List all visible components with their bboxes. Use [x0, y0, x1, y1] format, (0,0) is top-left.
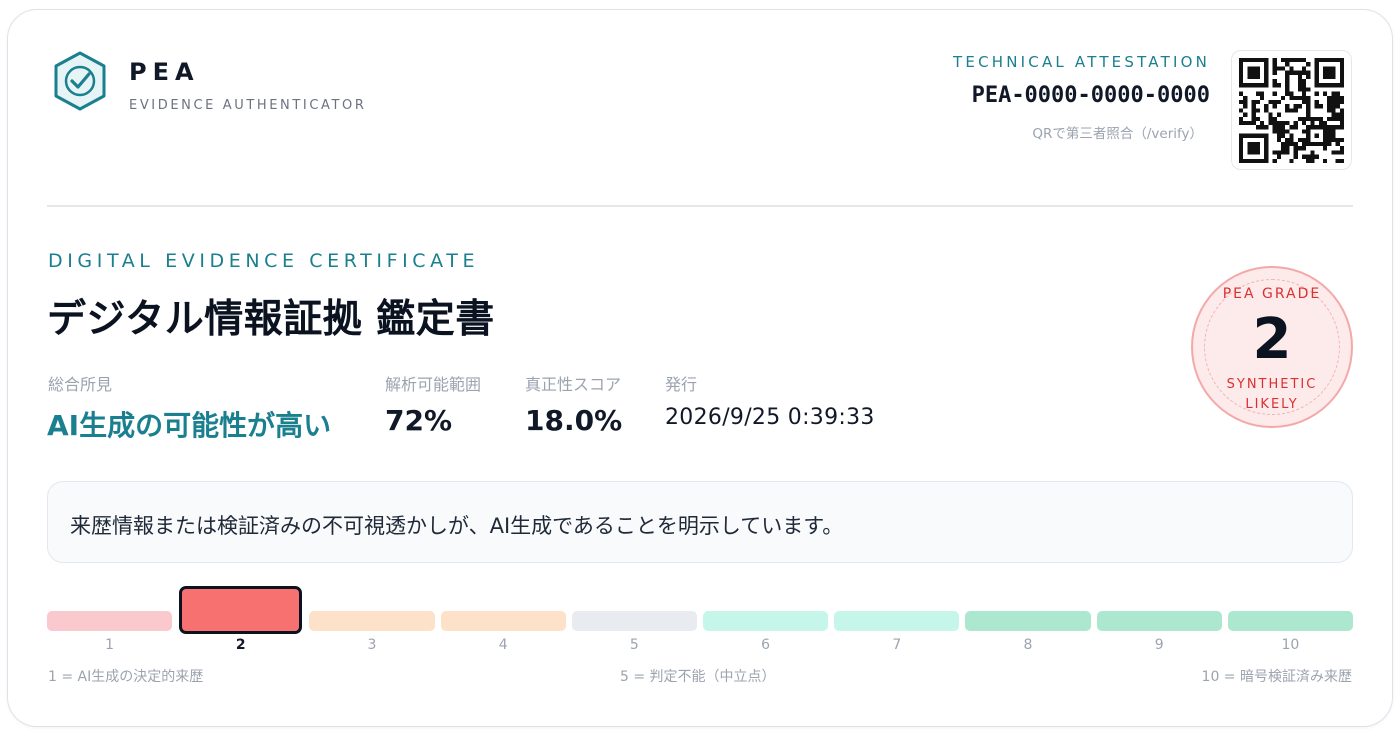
qr-code-icon[interactable] — [1231, 50, 1352, 170]
issued-value: 2026/9/25 0:39:33 — [665, 405, 875, 430]
scale-legend-mid: 5 = 判定不能（中立点） — [620, 669, 776, 685]
scale-segment-5 — [571, 611, 697, 631]
scale-number-4: 4 — [498, 637, 508, 653]
scale-segment-1 — [47, 611, 173, 631]
brand-name: PEA — [129, 58, 200, 86]
finding-message-box: 来歴情報または検証済みの不可視透かしが、AI生成であることを明示しています。 — [47, 481, 1353, 563]
issued-label: 発行 — [665, 375, 698, 394]
overall-finding-label: 総合所見 — [48, 375, 113, 394]
scale-number-6: 6 — [761, 637, 771, 653]
scale-number-8: 8 — [1023, 637, 1033, 653]
stamp-verdict-line2: LIKELY — [1245, 397, 1299, 412]
stamp-verdict: SYNTHETIC LIKELY — [1193, 375, 1351, 415]
scale-legend-left: 1 = AI生成の決定的来歴 — [48, 669, 204, 685]
scale-number-1: 1 — [105, 637, 115, 653]
scale-segment-9 — [1096, 611, 1222, 631]
brand-subtitle: EVIDENCE AUTHENTICATOR — [129, 98, 367, 113]
scale-number-9: 9 — [1154, 637, 1164, 653]
attestation-label: TECHNICAL ATTESTATION — [953, 53, 1210, 71]
certificate-label: DIGITAL EVIDENCE CERTIFICATE — [48, 250, 480, 272]
scale-legend-right: 10 = 暗号検証済み来歴 — [1201, 669, 1352, 685]
authenticity-score-label: 真正性スコア — [525, 375, 622, 394]
scale-number-10: 10 — [1281, 637, 1300, 653]
hexagon-check-icon — [52, 50, 108, 112]
analyzable-range-label: 解析可能範囲 — [385, 375, 482, 394]
scale-segment-3 — [309, 611, 435, 631]
stamp-verdict-line1: SYNTHETIC — [1226, 377, 1318, 392]
attestation-id: PEA-0000-0000-0000 — [971, 83, 1210, 108]
grade-stamp: PEA GRADE 2 SYNTHETIC LIKELY — [1191, 266, 1353, 428]
scale-segment-7 — [834, 611, 960, 631]
analyzable-range-value: 72% — [385, 404, 453, 437]
scale-segment-4 — [440, 611, 566, 631]
scale-segment-8 — [965, 611, 1091, 631]
certificate-title: デジタル情報証拠 鑑定書 — [47, 297, 495, 342]
finding-message: 来歴情報または検証済みの不可視透かしが、AI生成であることを明示しています。 — [70, 514, 844, 538]
scale-segment-6 — [703, 611, 829, 631]
header-divider — [47, 205, 1353, 207]
scale-number-7: 7 — [892, 637, 902, 653]
scale-number-5: 5 — [629, 637, 639, 653]
stamp-grade-label: PEA GRADE — [1222, 286, 1322, 302]
overall-finding-value: AI生成の可能性が高い — [47, 409, 332, 442]
scale-segment-2 — [179, 586, 303, 634]
qr-verify-note: QRで第三者照合（/verify） — [1032, 126, 1203, 142]
scale-number-3: 3 — [367, 637, 377, 653]
authenticity-score-value: 18.0% — [525, 404, 623, 437]
scale-number-2: 2 — [235, 637, 246, 653]
stamp-grade-value: 2 — [1252, 307, 1292, 372]
scale-segment-10 — [1227, 611, 1353, 631]
